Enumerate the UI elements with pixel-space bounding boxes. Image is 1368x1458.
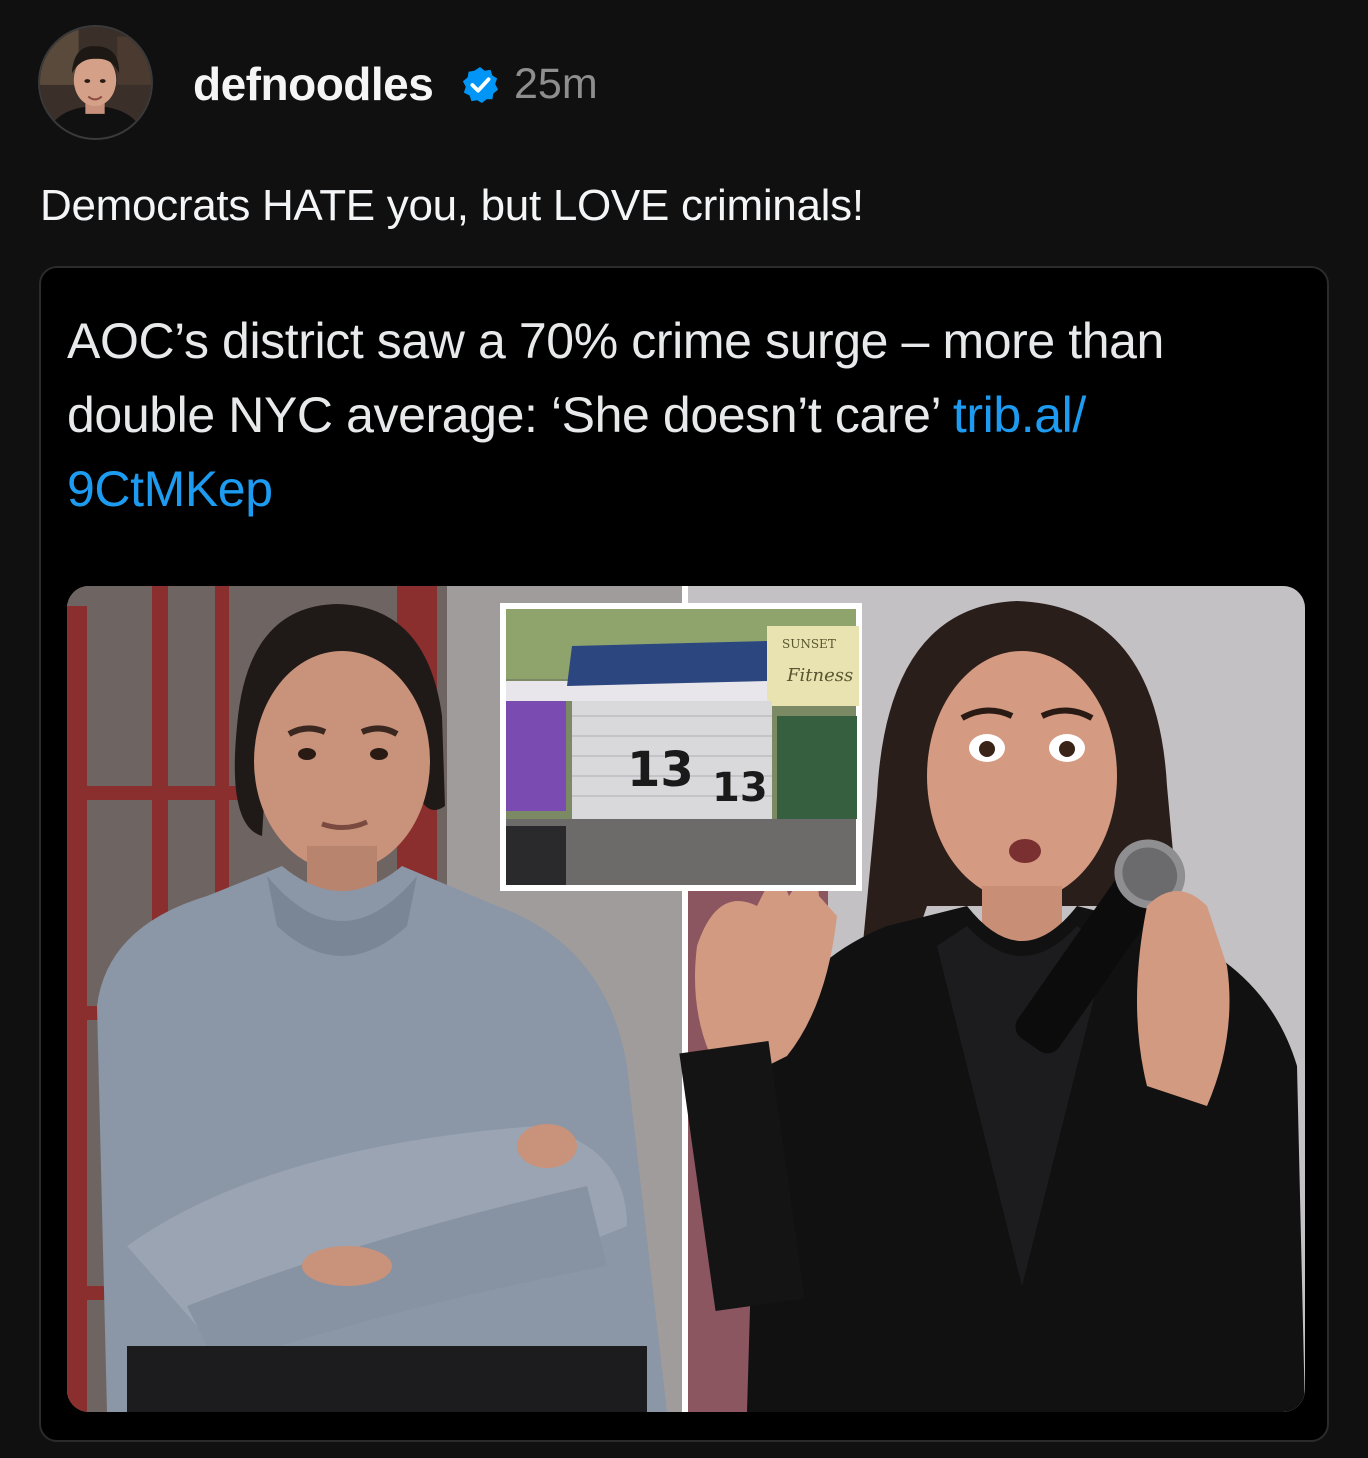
post-caption: Democrats HATE you, but LOVE criminals! [40,181,864,230]
avatar[interactable] [38,25,153,140]
quoted-post-card[interactable]: AOC’s district saw a 70% crime surge – m… [39,266,1329,1442]
sign-sunset: SUNSET [782,637,836,651]
threads-post: defnoodles 25m Democrats HATE you, but L… [0,0,1368,1458]
username[interactable]: defnoodles [193,56,434,112]
quoted-headline-block: AOC’s district saw a 70% crime surge – m… [67,304,1307,526]
graffiti-2: 13 [712,765,768,811]
avatar-photo [40,27,151,138]
graffiti-1: 13 [627,742,694,798]
verified-badge-icon [462,66,499,104]
storefront-inset: 13 13 SUNSET Fitness [500,603,862,891]
quoted-image[interactable]: 13 13 SUNSET Fitness [67,586,1305,1412]
sign-fitness: Fitness [786,665,853,686]
collage-illustration: 13 13 SUNSET Fitness [67,586,1305,1412]
timestamp: 25m [514,60,598,108]
